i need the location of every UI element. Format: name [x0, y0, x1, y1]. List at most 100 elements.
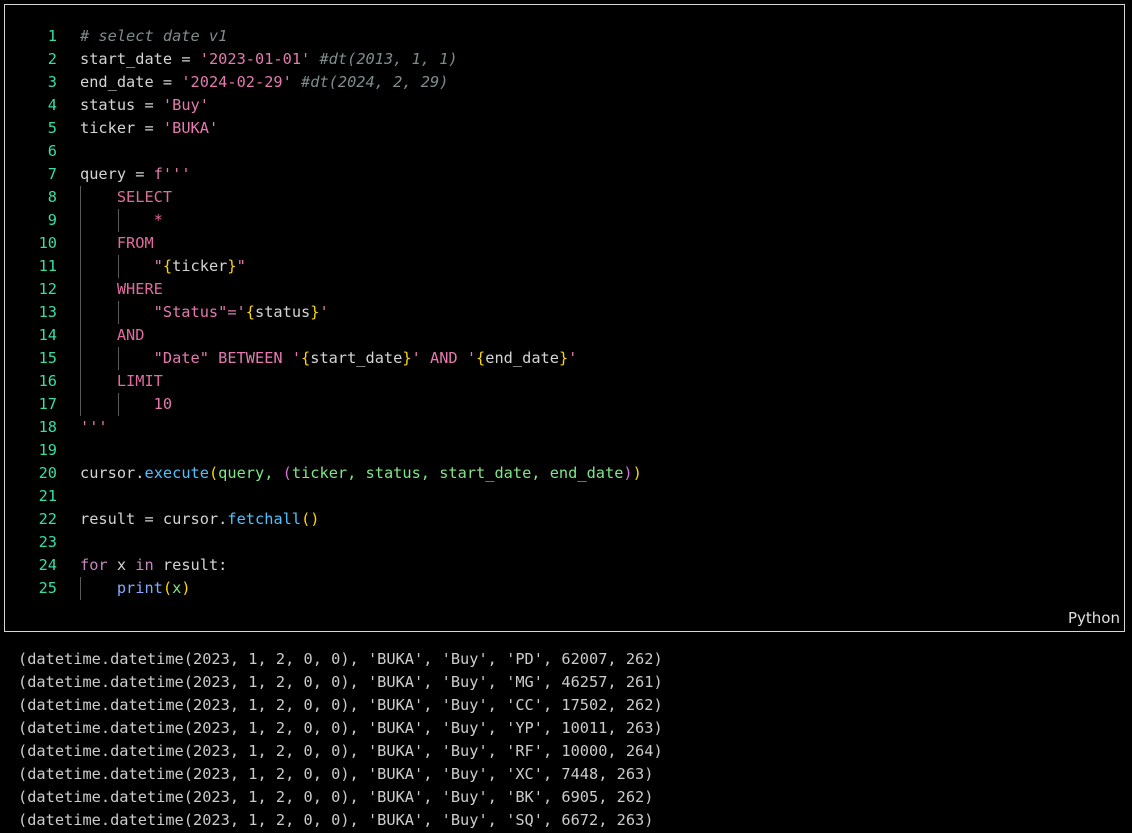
code-token: )	[181, 579, 191, 597]
line-number: 12	[38, 280, 57, 298]
code-text: result = cursor.fetchall()	[80, 508, 320, 531]
code-token: result	[80, 510, 136, 528]
code-token: }	[402, 349, 412, 367]
code-token: "Status"='	[80, 303, 246, 321]
code-text: for x in result:	[80, 554, 227, 577]
code-token: (	[162, 579, 173, 597]
code-token: 'BUKA'	[162, 119, 219, 137]
code-token: ticker	[172, 257, 228, 275]
line-number: 7	[47, 165, 57, 183]
line-number: 3	[47, 73, 57, 91]
line-number: 25	[38, 579, 57, 597]
line-number: 21	[38, 487, 57, 505]
output-line: (datetime.datetime(2023, 1, 2, 0, 0), 'B…	[18, 696, 663, 714]
line-number: 14	[38, 326, 57, 344]
code-text: "{ticker}"	[80, 255, 246, 278]
line-number: 5	[47, 119, 57, 137]
code-token: =	[135, 96, 163, 114]
code-token: WHERE	[80, 280, 163, 298]
output-line: (datetime.datetime(2023, 1, 2, 0, 0), 'B…	[18, 765, 654, 783]
code-text: AND	[80, 324, 145, 347]
line-number: 24	[38, 556, 57, 574]
code-token: end_date	[485, 349, 559, 367]
line-number: 10	[38, 234, 57, 252]
code-token: ticker	[80, 119, 136, 137]
code-text: FROM	[80, 232, 154, 255]
code-token: "	[80, 257, 163, 275]
code-token: ()	[301, 510, 320, 528]
line-number: 17	[38, 395, 57, 413]
code-token: start_date	[80, 50, 173, 68]
code-token: *	[80, 211, 163, 229]
code-text: SELECT	[80, 186, 172, 209]
code-token: execute	[144, 464, 209, 482]
line-number: 20	[38, 464, 57, 482]
code-token: =	[135, 119, 163, 137]
code-token: status	[80, 96, 136, 114]
code-token: start_date	[310, 349, 403, 367]
code-text: cursor.execute(query, (ticker, status, s…	[80, 462, 642, 485]
output-line: (datetime.datetime(2023, 1, 2, 0, 0), 'B…	[18, 742, 663, 760]
line-number: 13	[38, 303, 57, 321]
line-number: 19	[38, 441, 57, 459]
line-number: 4	[47, 96, 57, 114]
code-token: # select date v1	[80, 27, 228, 45]
code-token: fetchall	[227, 510, 302, 528]
code-token: x	[172, 579, 182, 597]
output-line: (datetime.datetime(2023, 1, 2, 0, 0), 'B…	[18, 673, 663, 691]
code-text: ticker = 'BUKA'	[80, 117, 218, 140]
code-token: #dt(2013, 1, 1)	[310, 50, 458, 68]
code-token: {	[162, 257, 173, 275]
code-token: '''	[80, 418, 108, 436]
code-text: '''	[80, 416, 108, 439]
code-token: in	[135, 556, 154, 574]
cell-output: (datetime.datetime(2023, 1, 2, 0, 0), 'B…	[18, 648, 663, 832]
line-number: 22	[38, 510, 57, 528]
line-number: 8	[47, 188, 57, 206]
code-token: =	[126, 165, 154, 183]
code-token: ticker, status, start_date, end_date	[291, 464, 624, 482]
code-token: (	[208, 464, 219, 482]
line-number: 6	[47, 142, 57, 160]
code-token: (	[282, 464, 292, 482]
language-label[interactable]: Python	[1068, 609, 1120, 627]
code-token: AND	[80, 326, 145, 344]
line-number: 15	[38, 349, 57, 367]
code-token: }	[227, 257, 237, 275]
code-token: cursor	[80, 464, 136, 482]
line-number: 9	[47, 211, 57, 229]
code-token: {	[301, 349, 311, 367]
code-token: query	[80, 165, 127, 183]
code-token: 10	[80, 395, 173, 413]
code-token: '2023-01-01'	[199, 50, 311, 68]
code-token: {	[476, 349, 486, 367]
code-text: start_date = '2023-01-01' #dt(2013, 1, 1…	[80, 48, 458, 71]
code-token: )	[632, 464, 642, 482]
code-token: '2024-02-29'	[181, 73, 292, 91]
code-token: "Date" BETWEEN '	[80, 349, 302, 367]
output-line: (datetime.datetime(2023, 1, 2, 0, 0), 'B…	[18, 811, 654, 829]
code-cell[interactable]: 1 # select date v1 2 start_date = '2023-01-…	[4, 4, 1125, 632]
code-token: x	[107, 556, 136, 574]
code-token: end_date	[80, 73, 154, 91]
code-text: WHERE	[80, 278, 163, 301]
line-number: 23	[38, 533, 57, 551]
code-token: {	[245, 303, 255, 321]
output-line: (datetime.datetime(2023, 1, 2, 0, 0), 'B…	[18, 719, 663, 737]
output-line: (datetime.datetime(2023, 1, 2, 0, 0), 'B…	[18, 650, 663, 668]
code-token: result:	[153, 556, 228, 574]
code-token: .	[218, 510, 228, 528]
code-token: }	[558, 349, 569, 367]
code-token: cursor	[162, 510, 219, 528]
code-token: #dt(2024, 2, 29)	[291, 73, 449, 91]
code-token: '	[568, 349, 578, 367]
code-text: query = f'''	[80, 163, 191, 186]
code-token: )	[623, 464, 633, 482]
code-text: "Status"='{status}'	[80, 301, 329, 324]
code-token: f'''	[153, 165, 191, 183]
code-token: print	[116, 579, 163, 597]
code-token: =	[172, 50, 200, 68]
code-text: status = 'Buy'	[80, 94, 209, 117]
line-number: 1	[47, 27, 57, 45]
